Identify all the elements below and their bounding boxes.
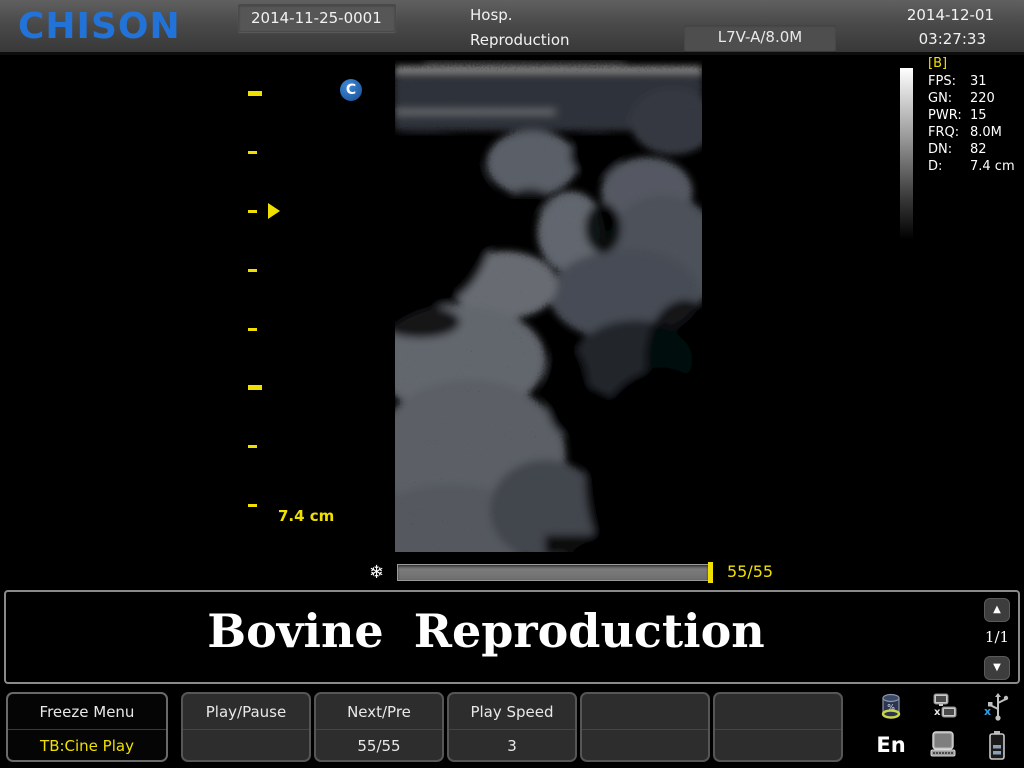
param-row: FPS: 31	[928, 73, 1024, 90]
menu-pager: ▲ 1/1 ▼	[982, 596, 1012, 680]
ruler-tick	[248, 445, 257, 448]
param-value: 7.4 cm	[970, 158, 1024, 175]
image-display-area: 7.4 cm C	[0, 55, 1024, 590]
chison-logo: CHISON	[18, 6, 181, 47]
param-label: FPS:	[928, 73, 970, 90]
param-value: 31	[970, 73, 1024, 90]
param-value: 220	[970, 90, 1024, 107]
param-row: GN: 220	[928, 90, 1024, 107]
ruler-tick	[248, 151, 257, 154]
softkey-top-label: Play Speed	[449, 694, 575, 730]
ultrasound-screen: CHISON 2014-11-25-0001 Hosp. Reproductio…	[0, 0, 1024, 768]
softkey-top-label	[715, 694, 841, 730]
usb-disconnected-icon: x	[974, 690, 1020, 724]
focus-marker-icon[interactable]	[268, 203, 280, 219]
system-date: 2014-12-01	[907, 6, 994, 24]
parameter-panel: [B] FPS: 31 GN: 220 PWR: 15 FRQ: 8.0M DN…	[928, 56, 1024, 175]
grayscale-map-bar	[900, 68, 913, 240]
top-bar: CHISON 2014-11-25-0001 Hosp. Reproductio…	[0, 0, 1024, 55]
play-speed-button[interactable]: Play Speed 3	[447, 692, 577, 762]
svg-text:x: x	[934, 707, 941, 718]
softkey-empty-button[interactable]	[713, 692, 843, 762]
page-indicator: 1/1	[982, 628, 1012, 646]
softkey-empty-button[interactable]	[580, 692, 710, 762]
keyboard-icon	[920, 728, 966, 762]
ruler-tick	[248, 210, 257, 213]
param-label: D:	[928, 158, 970, 175]
page-up-button[interactable]: ▲	[984, 598, 1010, 622]
softkey-bottom-label	[715, 730, 841, 762]
param-label: PWR:	[928, 107, 970, 124]
status-icon-area: % x	[862, 690, 1020, 764]
param-label: FRQ:	[928, 124, 970, 141]
param-label: DN:	[928, 141, 970, 158]
system-time: 03:27:33	[919, 30, 986, 48]
probe-frequency-label: L7V-A/8.0M	[684, 25, 836, 51]
softkey-top-label: Freeze Menu	[8, 694, 166, 730]
battery-icon	[974, 728, 1020, 762]
freeze-snowflake-icon: ❄	[369, 562, 384, 583]
disk-usage-icon: %	[868, 690, 914, 724]
ruler-tick	[248, 504, 257, 507]
freeze-menu-button[interactable]: Freeze Menu TB:Cine Play	[6, 692, 168, 762]
softkey-top-label: Next/Pre	[316, 694, 442, 730]
ruler-tick	[248, 385, 262, 390]
language-indicator[interactable]: En	[868, 728, 914, 762]
play-pause-button[interactable]: Play/Pause	[181, 692, 311, 762]
softkey-bottom-label: 55/55	[316, 730, 442, 762]
ruler-tick	[248, 328, 257, 331]
param-value: 15	[970, 107, 1024, 124]
param-value: 82	[970, 141, 1024, 158]
page-down-button[interactable]: ▼	[984, 656, 1010, 680]
param-row: FRQ: 8.0M	[928, 124, 1024, 141]
param-row: DN: 82	[928, 141, 1024, 158]
menu-panel: Bovine Reproduction ▲ 1/1 ▼	[4, 590, 1020, 684]
param-row: PWR: 15	[928, 107, 1024, 124]
next-pre-button[interactable]: Next/Pre 55/55	[314, 692, 444, 762]
param-label: GN:	[928, 90, 970, 107]
depth-label: 7.4 cm	[278, 507, 334, 525]
softkey-top-label	[582, 694, 708, 730]
exam-preset-title: Bovine Reproduction	[6, 604, 966, 658]
ruler-tick	[248, 91, 262, 96]
cine-progress-row: ❄ 55/55	[0, 560, 1024, 586]
param-value: 8.0M	[970, 124, 1024, 141]
cine-frame-counter: 55/55	[727, 562, 773, 581]
softkey-bottom-label	[183, 730, 309, 762]
ultrasound-image[interactable]	[395, 60, 702, 552]
svg-text:x: x	[984, 705, 991, 718]
patient-id-field[interactable]: 2014-11-25-0001	[238, 4, 396, 32]
softkey-toolbar: Freeze Menu TB:Cine Play Play/Pause Next…	[0, 686, 1024, 768]
softkey-top-label: Play/Pause	[183, 694, 309, 730]
orientation-marker-icon[interactable]: C	[340, 79, 362, 101]
softkey-bottom-label	[582, 730, 708, 762]
svg-text:%: %	[887, 703, 895, 712]
exam-mode-label: Reproduction	[470, 31, 570, 49]
hospital-label: Hosp.	[470, 6, 513, 24]
softkey-bottom-label: 3	[449, 730, 575, 762]
cine-position-cursor[interactable]	[708, 562, 713, 583]
param-row: D: 7.4 cm	[928, 158, 1024, 175]
mode-badge: [B]	[928, 56, 1024, 71]
cine-progress-bar[interactable]	[397, 564, 709, 581]
softkey-bottom-label: TB:Cine Play	[8, 730, 166, 762]
network-disconnected-icon: x	[920, 690, 966, 724]
ruler-tick	[248, 269, 257, 272]
